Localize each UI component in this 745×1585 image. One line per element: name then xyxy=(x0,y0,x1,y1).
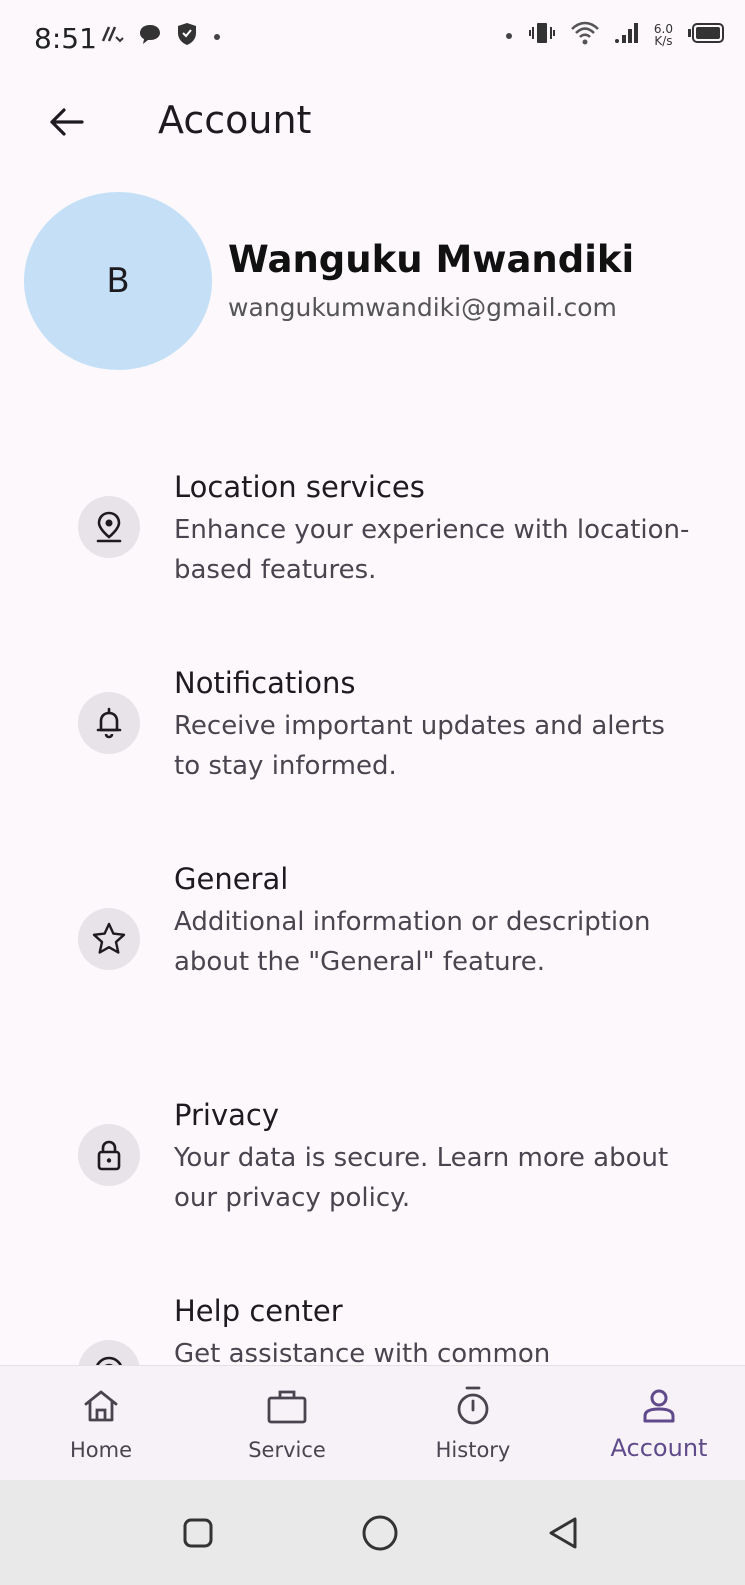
location-pin-icon xyxy=(78,496,140,558)
nav-label: Service xyxy=(248,1438,326,1462)
avatar-letter: B xyxy=(106,261,130,301)
signal-icon xyxy=(614,21,640,49)
briefcase-icon xyxy=(194,1384,380,1428)
home-system-button[interactable] xyxy=(357,1510,403,1556)
chat-icon xyxy=(138,23,162,49)
menu-item-general[interactable]: General Additional information or descri… xyxy=(0,862,745,1032)
status-time: 8:51 xyxy=(34,22,97,55)
menu-item-description: Additional information or description ab… xyxy=(174,907,651,977)
menu-item-title: Notifications xyxy=(174,666,356,700)
menu-item-description: Receive important updates and alerts to … xyxy=(174,711,665,781)
menu-item-title: Help center xyxy=(174,1294,343,1328)
status-bar: 8:51 6.0 K/s xyxy=(0,0,745,78)
help-icon xyxy=(78,1340,140,1365)
menu-item-help-center[interactable]: Help center Get assistance with common xyxy=(0,1294,745,1365)
bell-icon xyxy=(78,692,140,754)
menu-item-location-services[interactable]: Location services Enhance your experienc… xyxy=(0,470,745,600)
nav-item-account[interactable]: Account xyxy=(566,1366,745,1481)
star-icon xyxy=(78,908,140,970)
network-speed: 6.0 K/s xyxy=(653,22,673,48)
menu-item-title: Privacy xyxy=(174,1098,279,1132)
nav-label: Home xyxy=(69,1438,132,1462)
arrow-left-icon xyxy=(48,107,84,141)
person-icon xyxy=(566,1384,745,1428)
app-bar: Account xyxy=(0,78,745,168)
profile-name: Wanguku Mwandiki xyxy=(228,238,635,281)
dot-icon xyxy=(212,27,222,46)
avatar[interactable]: B xyxy=(24,192,212,370)
dot-icon xyxy=(504,26,514,45)
home-icon xyxy=(8,1384,194,1428)
vibrate-icon xyxy=(528,20,556,50)
recent-apps-button[interactable] xyxy=(175,1510,221,1556)
nav-label: History xyxy=(435,1438,511,1462)
lock-icon xyxy=(78,1124,140,1186)
back-button[interactable] xyxy=(42,100,90,148)
nav-item-service[interactable]: Service xyxy=(194,1366,380,1481)
system-nav-bar xyxy=(0,1480,745,1585)
menu-item-title: General xyxy=(174,862,289,896)
circle-icon xyxy=(362,1515,398,1551)
wifi-icon xyxy=(570,20,600,50)
timer-icon xyxy=(380,1384,566,1428)
menu-item-notifications[interactable]: Notifications Receive important updates … xyxy=(0,666,745,796)
nav-item-home[interactable]: Home xyxy=(8,1366,194,1481)
menu-item-description: Get assistance with common xyxy=(174,1339,551,1365)
bottom-nav: Home Service History Account xyxy=(0,1365,745,1481)
profile-email: wangukumwandiki@gmail.com xyxy=(228,293,617,322)
page-title: Account xyxy=(158,98,312,142)
menu-item-title: Location services xyxy=(174,470,425,504)
sync-icon xyxy=(100,23,124,49)
nav-item-history[interactable]: History xyxy=(380,1366,566,1481)
menu-item-description: Enhance your experience with location-ba… xyxy=(174,515,690,585)
back-system-button[interactable] xyxy=(540,1510,586,1556)
triangle-back-icon xyxy=(549,1517,577,1549)
shield-icon xyxy=(176,22,198,50)
square-icon xyxy=(183,1518,213,1548)
menu-item-description: Your data is secure. Learn more about ou… xyxy=(174,1143,669,1213)
battery-icon xyxy=(687,22,725,48)
menu-item-privacy[interactable]: Privacy Your data is secure. Learn more … xyxy=(0,1098,745,1228)
nav-label: Account xyxy=(610,1434,708,1462)
